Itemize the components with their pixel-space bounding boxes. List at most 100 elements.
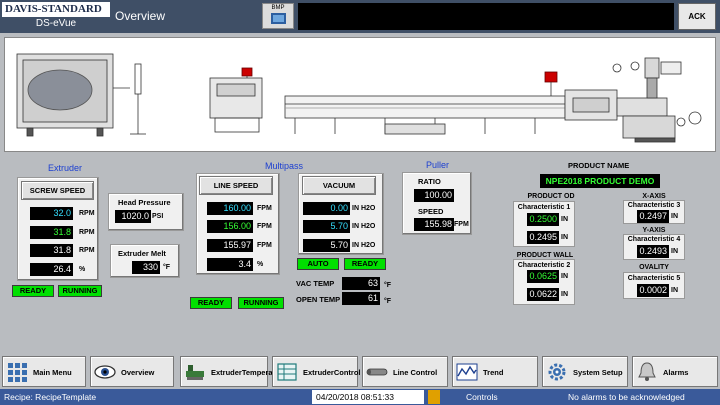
extruder-melt-label: Extruder Melt — [118, 249, 166, 258]
vacuum-actual: 5.70 — [303, 239, 350, 252]
extrusion-line-diagram — [4, 37, 716, 152]
characteristic-5-label: Characteristic 5 — [627, 275, 681, 282]
ack-button[interactable]: ACK — [678, 3, 716, 30]
bmp-label: BMP — [271, 5, 285, 11]
bmp-screenshot-button[interactable]: BMP — [262, 3, 294, 29]
multipass-title: Multipass — [265, 161, 304, 171]
overview-button[interactable]: Overview — [90, 356, 174, 387]
status-bar: Recipe: RecipeTemplate 04/20/2018 08:51:… — [0, 389, 720, 405]
vacuum-unit: IN H2O — [352, 205, 376, 212]
vacuum-setpoint[interactable]: 0.00 — [303, 202, 350, 215]
screw-speed-setpoint[interactable]: 32.0 — [30, 207, 73, 220]
line-speed-unit: FPM — [257, 223, 272, 230]
monitor-icon — [271, 13, 286, 24]
key-icon[interactable] — [428, 390, 440, 404]
characteristic-4-unit: IN — [671, 248, 678, 255]
extruder-temperature-icon — [186, 365, 204, 380]
vac-temp-label: VAC TEMP — [296, 279, 335, 288]
puller-speed-label: SPEED — [418, 207, 444, 216]
multipass-ready-status: READY — [190, 297, 232, 309]
line-speed-setpoint[interactable]: 160.00 — [207, 202, 253, 215]
vacuum-ready-status: READY — [344, 258, 386, 270]
datetime-status: 04/20/2018 08:51:33 — [312, 390, 424, 404]
head-pressure-value: 1020.0 — [115, 210, 151, 223]
line-speed-load-unit: % — [257, 261, 264, 268]
characteristic-1-value: 0.2500 — [527, 213, 559, 226]
ovality-label: OVALITY — [639, 264, 669, 271]
extruder-control-icon — [277, 363, 297, 381]
trend-label: Trend — [483, 368, 504, 377]
head-pressure-unit: PSI — [152, 213, 164, 220]
vacuum-button[interactable]: VACUUM — [302, 176, 376, 195]
main-menu-label: Main Menu — [33, 368, 72, 377]
characteristic-4-value: 0.2493 — [637, 245, 669, 258]
overview-label: Overview — [121, 368, 155, 377]
extruder-melt-unit: °F — [163, 264, 171, 271]
logo-text: DAVIS-STANDARD — [2, 2, 110, 17]
open-temp-value: 61 — [342, 292, 380, 305]
characteristic-1-unit: IN — [561, 216, 568, 223]
characteristic-2-unit: IN — [561, 273, 568, 280]
recipe-status: Recipe: RecipeTemplate — [4, 392, 97, 402]
puller-speed-value: 155.98 — [414, 218, 454, 231]
line-speed-unit: FPM — [257, 242, 272, 249]
vacuum-auto-status[interactable]: AUTO — [297, 258, 339, 270]
alarms-label: Alarms — [663, 368, 689, 377]
extruder-control-label-line2: Control — [333, 368, 361, 377]
characteristic-2-unit: IN — [561, 291, 568, 298]
characteristic-2-actual: 0.0622 — [527, 288, 559, 301]
characteristic-5-unit: IN — [671, 287, 678, 294]
characteristic-5-value: 0.0002 — [637, 284, 669, 297]
extruder-control-button[interactable]: Extruder Control — [272, 356, 361, 388]
product-wall-label: PRODUCT WALL — [516, 252, 574, 259]
characteristic-2-label: Characteristic 2 — [517, 262, 571, 269]
alarms-button[interactable]: Alarms — [632, 356, 718, 387]
puller-title: Puller — [426, 160, 450, 170]
trend-chart-icon — [456, 363, 478, 381]
vacuum-reference: 5.70 — [303, 220, 350, 233]
product-name-text: DS-eVue — [35, 18, 77, 29]
grid-menu-icon — [8, 363, 27, 382]
characteristic-3-value: 0.2497 — [637, 210, 669, 223]
trend-button[interactable]: Trend — [452, 356, 538, 387]
characteristic-1-unit: IN — [561, 234, 568, 241]
alarm-banner — [298, 3, 674, 30]
controls-status: Controls — [466, 392, 498, 402]
navigation-bar: Main Menu Overview Extruder Temperature E… — [0, 356, 720, 389]
characteristic-1-actual: 0.2495 — [527, 231, 559, 244]
page-title: Overview — [115, 9, 166, 23]
multipass-running-status: RUNNING — [238, 297, 284, 309]
puller-ratio-value[interactable]: 100.00 — [414, 189, 454, 202]
open-temp-label: OPEN TEMP — [296, 295, 341, 304]
line-control-button[interactable]: Line Control — [362, 356, 448, 387]
system-setup-button[interactable]: System Setup — [542, 356, 628, 387]
alarm-status: No alarms to be acknowledged — [568, 392, 685, 402]
y-axis-label: Y-AXIS — [642, 227, 666, 234]
line-speed-unit: FPM — [257, 205, 272, 212]
extruder-melt-value: 330 — [132, 261, 160, 274]
extruder-control-label-line1: Extruder — [303, 368, 334, 377]
line-speed-actual: 155.97 — [207, 239, 253, 252]
screw-speed-button[interactable]: SCREW SPEED — [21, 181, 94, 200]
system-setup-label: System Setup — [573, 368, 623, 377]
product-name-value: NPE2018 PRODUCT DEMO — [540, 174, 660, 188]
pipe-icon — [366, 368, 388, 376]
line-speed-reference: 156.00 — [207, 220, 253, 233]
characteristic-1-label: Characteristic 1 — [517, 204, 571, 211]
screw-speed-reference: 31.8 — [30, 226, 73, 239]
alarm-bell-icon — [638, 362, 656, 381]
puller-speed-unit: FPM — [454, 221, 469, 228]
screw-load: 26.4 — [30, 263, 73, 276]
line-speed-button[interactable]: LINE SPEED — [199, 176, 273, 195]
extruder-ready-status: READY — [12, 285, 54, 297]
head-pressure-label: Head Pressure — [118, 198, 171, 207]
product-name-label: PRODUCT NAME — [568, 161, 630, 170]
line-drawing — [16, 53, 702, 143]
main-menu-button[interactable]: Main Menu — [2, 356, 86, 387]
extruder-title: Extruder — [48, 163, 83, 173]
extruder-control-label: Extruder Control — [303, 357, 361, 388]
extruder-temperature-button[interactable]: Extruder Temperature — [180, 356, 287, 387]
x-axis-label: X-AXIS — [642, 193, 666, 200]
extruder-running-status: RUNNING — [58, 285, 102, 297]
screw-speed-actual: 31.8 — [30, 244, 73, 257]
